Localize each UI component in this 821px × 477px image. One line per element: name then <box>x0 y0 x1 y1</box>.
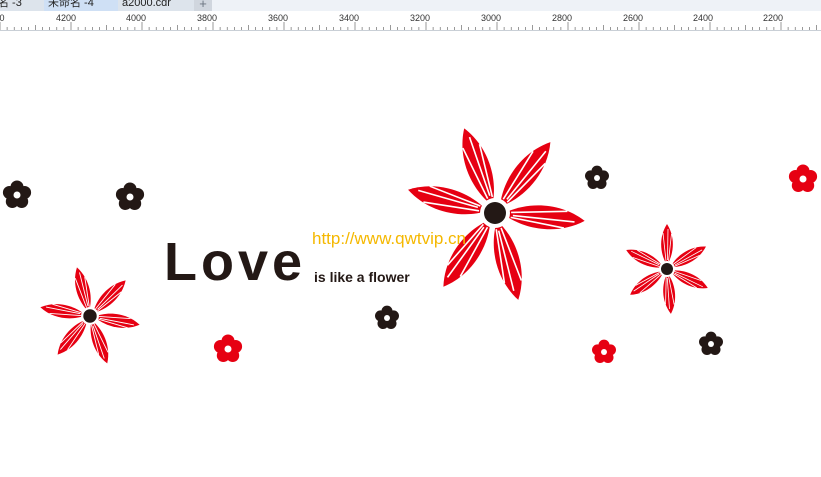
tab-a2000-cdr[interactable]: a2000.cdr <box>118 0 196 11</box>
tab-untitled-3[interactable]: 名 -3 <box>0 0 44 11</box>
love-title-text[interactable]: Love <box>164 232 306 292</box>
ruler-label: 4000 <box>125 13 147 23</box>
ruler-label: 2200 <box>762 13 784 23</box>
ruler-label: 3400 <box>338 13 360 23</box>
medium-red-flower-left[interactable] <box>39 265 141 366</box>
ruler-label: 2400 <box>692 13 714 23</box>
small-red-flower[interactable] <box>788 164 818 193</box>
small-black-flower[interactable] <box>699 331 723 356</box>
ruler-label: 3600 <box>267 13 289 23</box>
small-red-flower[interactable] <box>592 339 616 364</box>
ruler-label: 0 <box>0 13 5 23</box>
ruler-label: 3000 <box>480 13 502 23</box>
ruler-label: 4200 <box>55 13 77 23</box>
artwork-layer[interactable] <box>0 31 821 477</box>
ruler-label: 3200 <box>409 13 431 23</box>
tab-untitled-4[interactable]: 未命名 -4 <box>44 0 120 11</box>
document-tab-bar: 名 -3 未命名 -4 a2000.cdr + <box>0 0 821 11</box>
small-black-flower[interactable] <box>375 305 399 330</box>
medium-red-flower-right[interactable] <box>623 224 711 315</box>
ruler-label: 2600 <box>622 13 644 23</box>
small-black-flower[interactable] <box>585 165 609 190</box>
small-black-flower[interactable] <box>2 180 32 209</box>
plus-icon[interactable]: + <box>194 0 212 11</box>
large-red-flower[interactable] <box>405 124 586 303</box>
ruler-label: 3800 <box>196 13 218 23</box>
small-black-flower[interactable] <box>115 182 145 211</box>
small-red-flower[interactable] <box>213 334 243 363</box>
drawing-canvas[interactable] <box>0 31 821 477</box>
love-subtitle-text[interactable]: is like a flower <box>314 269 410 285</box>
ruler-label: 2800 <box>551 13 573 23</box>
horizontal-ruler[interactable]: 0 4200 4000 3800 3600 3400 3200 3000 280… <box>0 11 821 31</box>
watermark-url: http://www.qwtvip.cn <box>312 229 467 248</box>
